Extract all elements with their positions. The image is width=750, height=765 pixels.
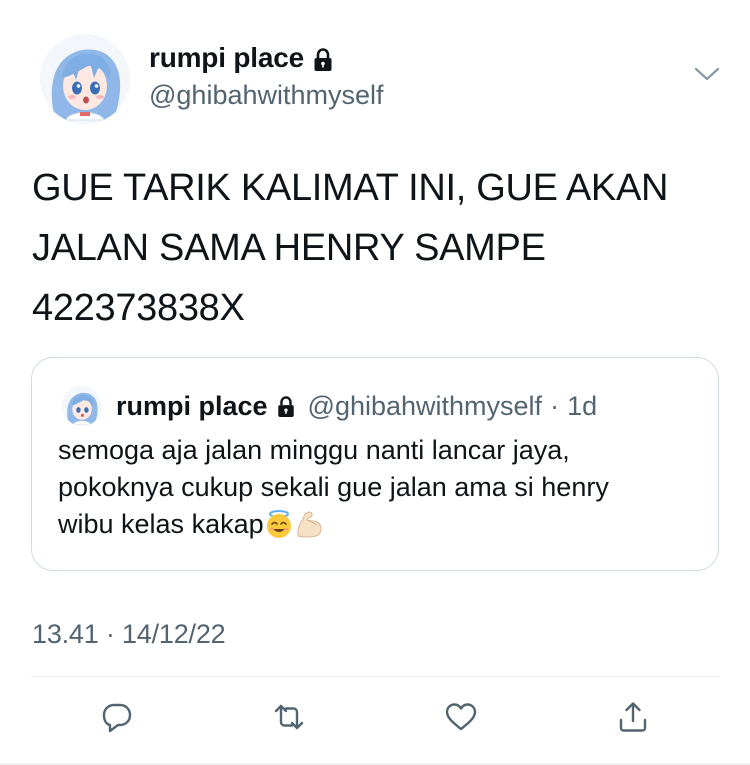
share-icon <box>619 702 647 732</box>
tweet-text: GUE TARIK KALIMAT INI, GUE AKAN JALAN SA… <box>32 167 669 329</box>
tweet-header: rumpi place @ghibahwithmyself <box>0 0 750 140</box>
author-name-row: rumpi place <box>149 42 334 74</box>
quote-text-line: semoga aja jalan minggu nanti lancar jay… <box>58 435 570 465</box>
quote-author-handle: @ghibahwithmyself <box>307 390 543 421</box>
reply-button[interactable] <box>97 697 137 737</box>
chevron-down-icon[interactable] <box>694 66 720 82</box>
quote-text-line: wibu kelas kakap <box>58 509 264 539</box>
share-button[interactable] <box>613 697 653 737</box>
quote-author-display-name: rumpi place <box>116 390 268 421</box>
author-avatar[interactable] <box>40 34 130 124</box>
quote-text-line: pokoknya cukup sekali gue jalan ama si h… <box>58 472 609 502</box>
quote-time: 1d <box>567 390 598 421</box>
retweet-button[interactable] <box>269 697 309 737</box>
quote-header: rumpi place @ghibahwithmyself · 1d <box>62 386 597 426</box>
lock-icon <box>276 396 296 418</box>
retweet-icon <box>274 704 304 730</box>
author-handle[interactable]: @ghibahwithmyself <box>149 80 384 111</box>
smiling-face-with-halo-emoji-icon <box>264 509 294 539</box>
tweet-timestamp[interactable]: 13.41 · 14/12/22 <box>32 619 226 650</box>
quote-author-avatar <box>62 386 102 426</box>
anime-girl-avatar-icon <box>40 34 130 124</box>
quote-tweet-card[interactable]: rumpi place @ghibahwithmyself · 1d semog… <box>31 357 719 571</box>
heart-icon <box>445 703 477 731</box>
reply-icon <box>102 703 132 733</box>
quote-text: semoga aja jalan minggu nanti lancar jay… <box>58 432 698 543</box>
lock-icon <box>312 48 334 72</box>
quote-separator: · <box>550 390 560 421</box>
divider <box>31 676 720 677</box>
author-display-name[interactable]: rumpi place <box>149 42 304 74</box>
like-button[interactable] <box>441 697 481 737</box>
anime-girl-avatar-icon <box>62 386 102 426</box>
tweet-action-bar <box>0 697 750 747</box>
flexed-biceps-emoji-icon <box>294 509 324 539</box>
